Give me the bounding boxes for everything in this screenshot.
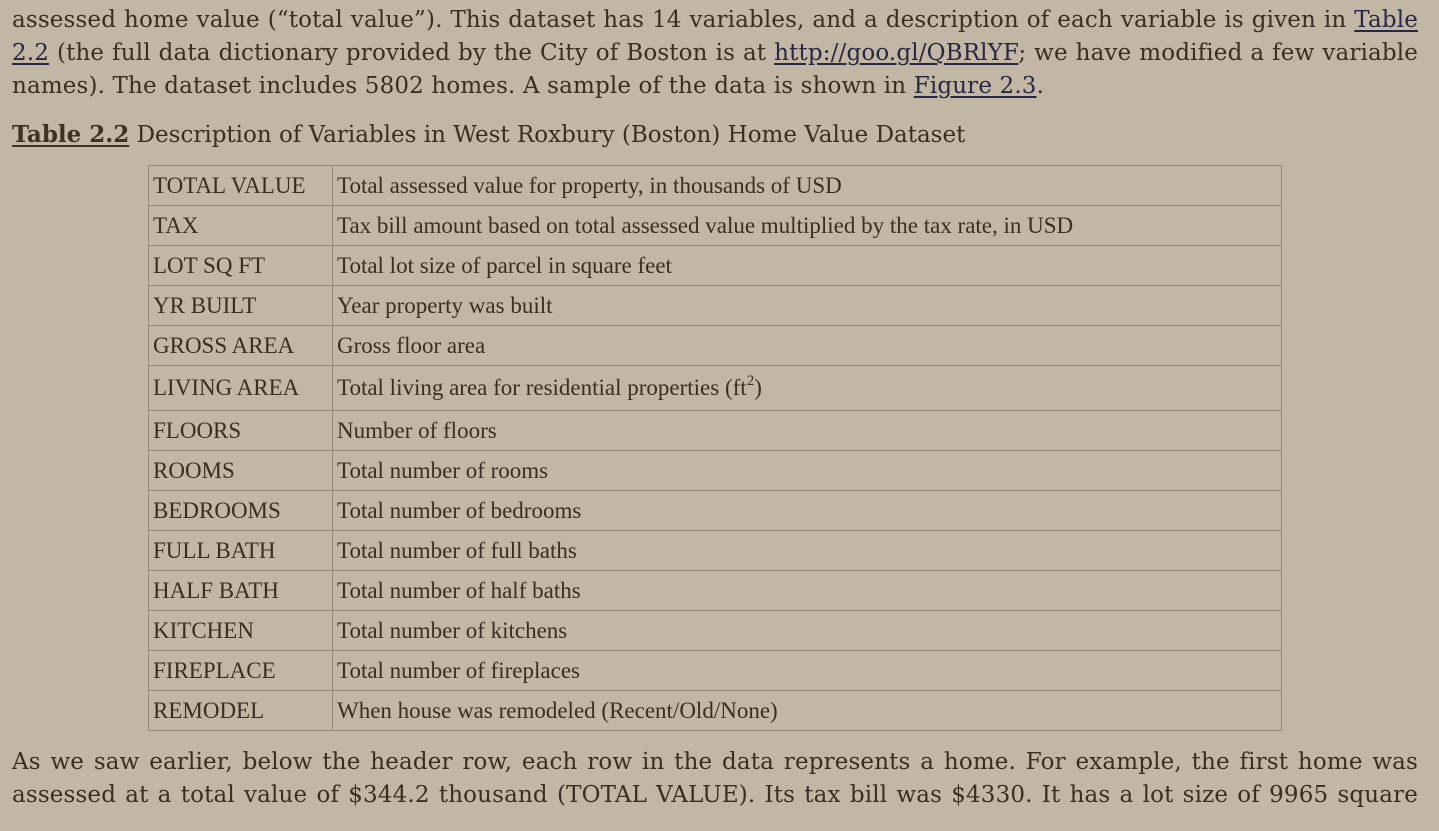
description-suffix: ) [754,375,762,400]
variable-description-cell: Year property was built [332,285,1282,326]
table-caption-text: Description of Variables in West Roxbury… [129,122,966,148]
outro-line-2: assessed at a total value of $344.2 thou… [12,782,1418,808]
variable-description-cell: When house was remodeled (Recent/Old/Non… [332,690,1282,731]
table-row: YR BUILT Year property was built [148,285,1282,326]
table-row: GROSS AREA Gross floor area [148,325,1282,366]
variables-table-body: TOTAL VALUE Total assessed value for prop… [148,165,1282,731]
variable-name-cell: HALF BATH [148,570,333,611]
table-2-2-link[interactable]: Table [1354,7,1418,33]
variable-name-cell: LIVING AREA [148,365,333,411]
outro-line-1: As we saw earlier, below the header row,… [12,749,1418,775]
table-row: FULL BATH Total number of full baths [148,530,1282,571]
table-row: TAX Tax bill amount based on total assess… [148,205,1282,246]
variable-description-cell: Total number of rooms [332,450,1282,491]
intro-text: ; we have modified a few variable [1018,40,1418,66]
variable-description-cell: Total assessed value for property, in th… [332,165,1282,206]
variable-name-cell: FULL BATH [148,530,333,571]
variable-description-cell: Total number of half baths [332,570,1282,611]
intro-text: . [1036,73,1045,99]
variable-name-cell: ROOMS [148,450,333,491]
intro-line-2: 2.2 (the full data dictionary provided b… [12,37,1418,70]
variable-name-cell: REMODEL [148,690,333,731]
data-dictionary-url-link[interactable]: http://goo.gl/QBRlYF [774,40,1018,66]
intro-text: names). The dataset includes 5802 homes.… [12,73,914,99]
variable-name-cell: FLOORS [148,410,333,451]
variable-name-cell: GROSS AREA [148,325,333,366]
variable-description-cell: Total lot size of parcel in square feet [332,245,1282,286]
table-row: FLOORS Number of floors [148,410,1282,451]
variable-description-cell: Total number of full baths [332,530,1282,571]
outro-paragraph: As we saw earlier, below the header row,… [12,746,1418,812]
variable-description-cell: Tax bill amount based on total assessed … [332,205,1282,246]
figure-2-3-link[interactable]: Figure 2.3 [914,73,1037,99]
table-row: REMODEL When house was remodeled (Recent/… [148,690,1282,731]
intro-line-3: names). The dataset includes 5802 homes.… [12,70,1418,103]
table-row: TOTAL VALUE Total assessed value for prop… [148,165,1282,206]
variable-description-cell: Total number of bedrooms [332,490,1282,531]
variable-name-cell: BEDROOMS [148,490,333,531]
variable-name-cell: LOT SQ FT [148,245,333,286]
table-row: BEDROOMS Total number of bedrooms [148,490,1282,531]
table-2-2-link-continued[interactable]: 2.2 [12,40,49,66]
table-row: LOT SQ FT Total lot size of parcel in squ… [148,245,1282,286]
description-text: Total living area for residential proper… [337,375,747,400]
intro-text: (the full data dictionary provided by th… [49,40,775,66]
variable-description-cell: Total number of kitchens [332,610,1282,651]
table-caption: Table 2.2 Description of Variables in We… [12,121,965,148]
variable-description-cell: Total living area for residential proper… [332,365,1282,411]
variable-description-cell: Number of floors [332,410,1282,451]
variable-description-cell: Total number of fireplaces [332,650,1282,691]
table-row: KITCHEN Total number of kitchens [148,610,1282,651]
table-row: FIREPLACE Total number of fireplaces [148,650,1282,691]
table-row: LIVING AREA Total living area for residen… [148,365,1282,411]
table-label-link[interactable]: Table 2.2 [12,121,129,148]
table-row: ROOMS Total number of rooms [148,450,1282,491]
variable-name-cell: FIREPLACE [148,650,333,691]
variable-name-cell: TAX [148,205,333,246]
variable-name-cell: KITCHEN [148,610,333,651]
table-row: HALF BATH Total number of half baths [148,570,1282,611]
variable-name-cell: YR BUILT [148,285,333,326]
intro-paragraph: assessed home value (“total value”). Thi… [12,4,1418,103]
variable-name-cell: TOTAL VALUE [148,165,333,206]
intro-line-1: assessed home value (“total value”). Thi… [12,4,1418,37]
variables-table: TOTAL VALUE Total assessed value for prop… [148,165,1282,731]
variable-description-cell: Gross floor area [332,325,1282,366]
intro-text: assessed home value (“total value”). Thi… [12,7,1355,33]
